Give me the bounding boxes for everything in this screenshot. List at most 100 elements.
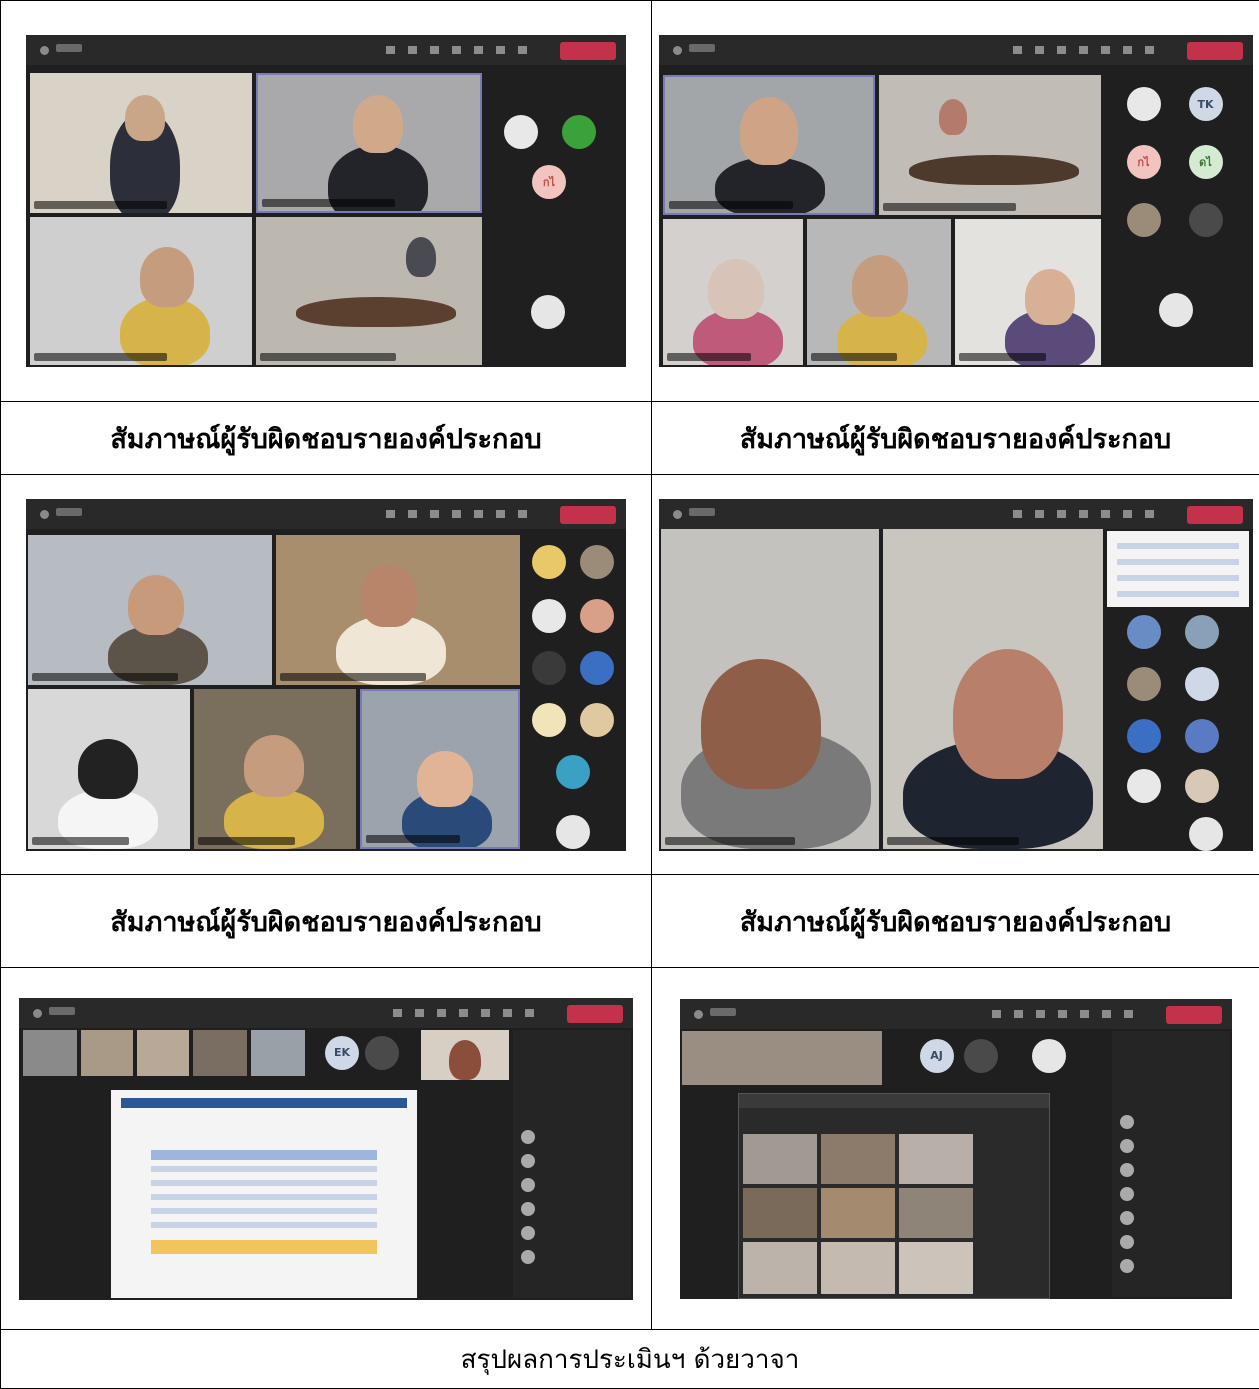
avatar [504,115,538,149]
photo-table: กไ [0,0,1259,1389]
meeting-toolbar [659,499,1253,529]
avatar [1127,667,1161,701]
toolbar-icons [1013,510,1163,518]
meeting-status-icon [673,46,682,55]
avatar [1127,719,1161,753]
caption-cell: สัมภาษณ์ผู้รับผิดชอบรายองค์ประกอบ [1,875,652,968]
avatar [964,1039,998,1073]
avatar [532,599,566,633]
inner-meeting-window [738,1093,1050,1299]
avatar [1120,1139,1134,1153]
avatar [1120,1115,1134,1129]
avatar [1120,1235,1134,1249]
caption-cell: สัมภาษณ์ผู้รับผิดชอบรายองค์ประกอบ [652,402,1259,475]
meeting-status-icon [694,1010,703,1019]
video-tile [421,1030,509,1080]
video-tile [193,1030,247,1076]
avatar [1127,615,1161,649]
video-tile [23,1030,77,1076]
avatar-initials: ดไ [1189,145,1223,179]
toolbar-icons [393,1009,543,1017]
avatar [1120,1163,1134,1177]
cell-screenshot-4 [652,475,1259,875]
avatar [556,755,590,789]
video-tile [807,219,951,365]
meeting-toolbar [26,35,626,65]
avatar [1032,1039,1066,1073]
video-tile [879,75,1101,215]
meeting-toolbar [680,999,1232,1029]
cell-screenshot-6: AJ [652,968,1259,1330]
leave-button [560,506,616,524]
avatar-initials: EK [325,1036,359,1070]
leave-button [560,42,616,60]
meeting-screenshot-1: กไ [26,35,626,367]
photo-caption: สัมภาษณ์ผู้รับผิดชอบรายองค์ประกอบ [740,424,1171,455]
toolbar-icons [1013,46,1163,54]
avatar [556,815,590,849]
video-tile [661,529,879,849]
avatar [521,1130,535,1144]
participants-panel [513,1030,631,1298]
avatar [521,1154,535,1168]
avatar-initials: TK [1189,87,1223,121]
caption-cell: สัมภาษณ์ผู้รับผิดชอบรายองค์ประกอบ [1,402,652,475]
avatar [1127,87,1161,121]
photo-caption: สัมภาษณ์ผู้รับผิดชอบรายองค์ประกอบ [110,424,541,455]
shared-spreadsheet [111,1090,417,1298]
leave-button [567,1005,623,1023]
meeting-toolbar [19,998,633,1028]
cell-screenshot-2: TK กไ ดไ [652,1,1259,402]
avatar [521,1178,535,1192]
avatar-initials: AJ [920,1039,954,1073]
avatar [562,115,596,149]
meeting-status-icon [33,1009,42,1018]
video-tile [28,535,272,685]
video-tile [256,217,482,365]
avatar [531,295,565,329]
avatar [521,1250,535,1264]
avatar [532,545,566,579]
meeting-toolbar [659,35,1253,65]
avatar [365,1036,399,1070]
shared-document-thumbnail [1107,531,1249,607]
leave-button [1166,1006,1222,1024]
meeting-status-icon [673,510,682,519]
video-tile [256,73,482,213]
video-tile [30,217,252,365]
avatar [580,651,614,685]
avatar [1185,667,1219,701]
meeting-screenshot-4 [659,499,1253,851]
avatar [1185,769,1219,803]
video-tile [28,689,190,849]
meeting-status-icon [40,46,49,55]
meeting-status-icon [40,510,49,519]
meeting-screenshot-5: EK [19,998,633,1300]
avatar [1120,1187,1134,1201]
photo-caption: สัมภาษณ์ผู้รับผิดชอบรายองค์ประกอบ [740,907,1171,938]
avatar [1189,817,1223,851]
meeting-screenshot-6: AJ [680,999,1232,1299]
avatar [1127,203,1161,237]
avatar [1185,719,1219,753]
video-tile [883,529,1103,849]
video-tile [81,1030,133,1076]
video-tile [663,219,803,365]
meeting-screenshot-2: TK กไ ดไ [659,35,1253,367]
video-tile [194,689,356,849]
photo-caption: สรุปผลการประเมินฯ ด้วยวาจา [461,1345,800,1375]
video-tile [955,219,1101,365]
video-tile [251,1030,305,1076]
avatar [1120,1211,1134,1225]
avatar [532,703,566,737]
video-tile [663,75,875,215]
video-tile [137,1030,189,1076]
avatar [1159,293,1193,327]
cell-screenshot-3 [1,475,652,875]
meeting-toolbar [26,499,626,529]
avatar [1127,769,1161,803]
avatar [1185,615,1219,649]
cell-screenshot-1: กไ [1,1,652,402]
avatar [580,545,614,579]
photo-caption: สัมภาษณ์ผู้รับผิดชอบรายองค์ประกอบ [110,907,541,938]
